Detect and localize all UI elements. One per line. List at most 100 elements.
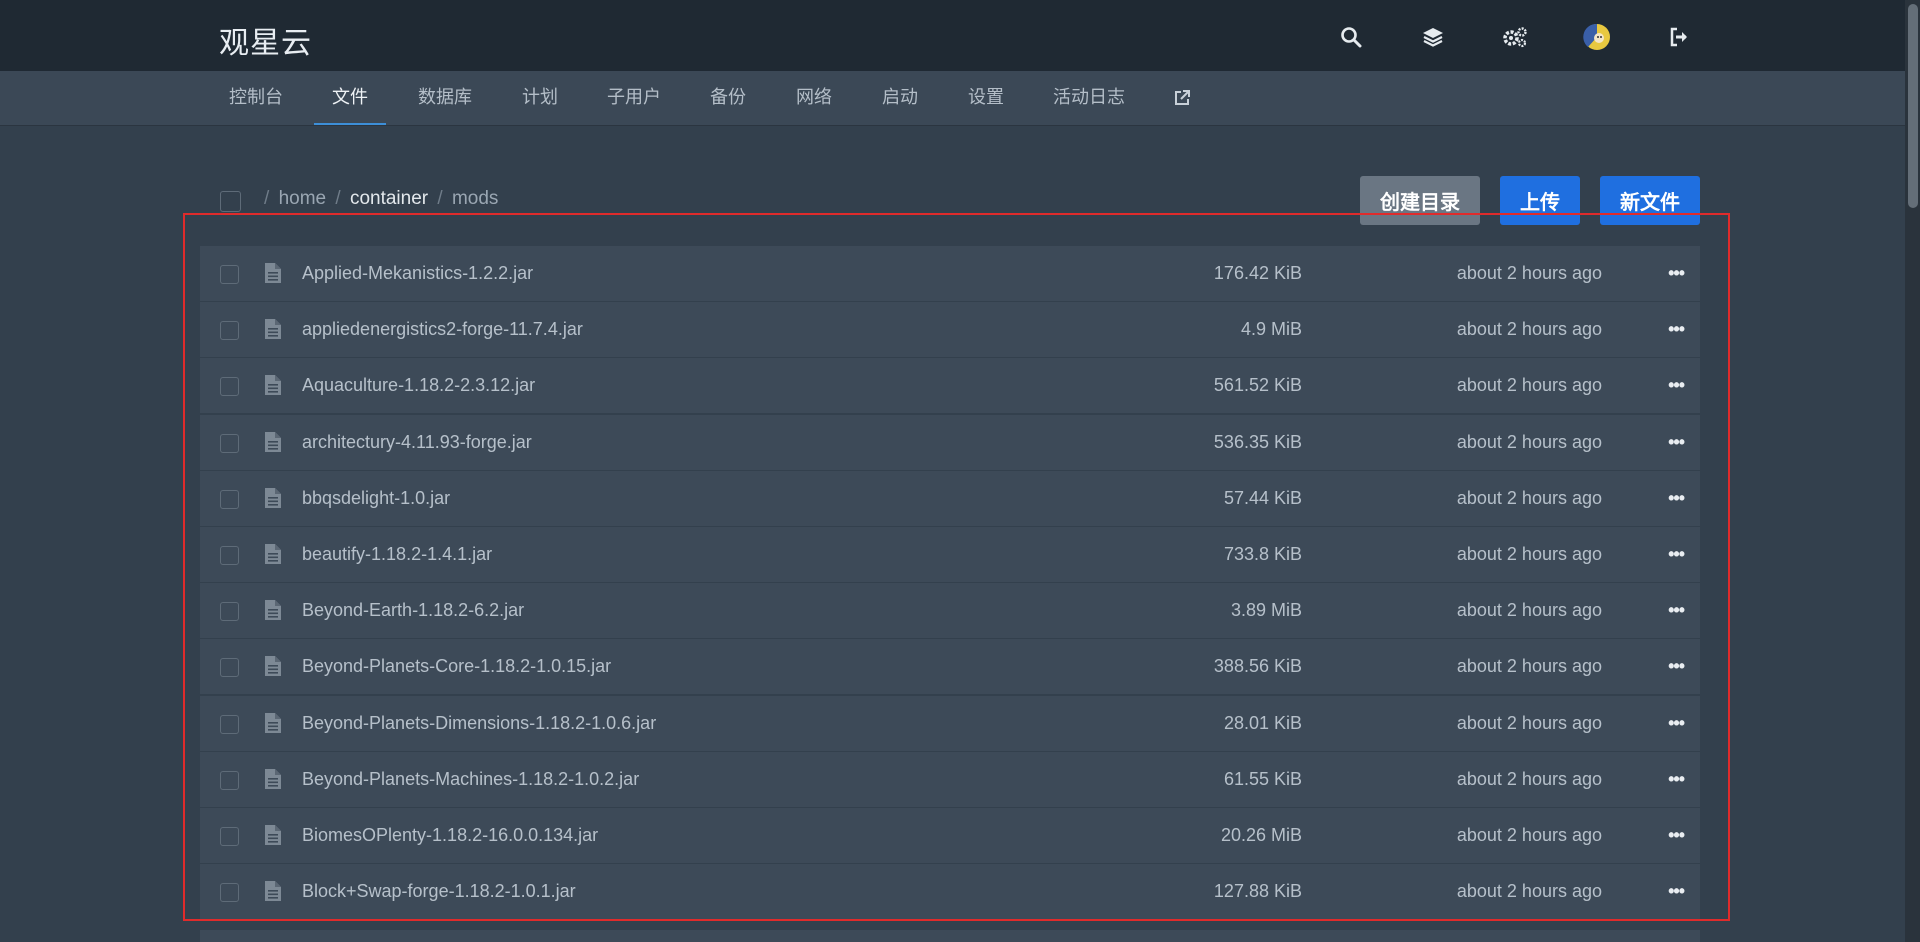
file-row[interactable]: architectury-4.11.93-forge.jar 536.35 KiB… — [200, 414, 1700, 470]
file-icon — [264, 543, 282, 570]
file-name[interactable]: Beyond-Planets-Machines-1.18.2-1.0.2.jar — [302, 752, 639, 807]
file-size: 4.9 MiB — [1240, 319, 1302, 340]
more-options-icon[interactable]: ••• — [1668, 864, 1685, 919]
file-checkbox[interactable] — [220, 489, 239, 509]
file-icon — [264, 768, 282, 795]
file-icon — [264, 712, 282, 739]
nav-database[interactable]: 数据库 — [418, 71, 472, 125]
file-modified: about 2 hours ago — [1456, 712, 1602, 733]
file-size: 61.55 KiB — [1223, 768, 1302, 789]
file-list: Applied-Mekanistics-1.2.2.jar 176.42 KiB a… — [200, 246, 1700, 920]
file-row[interactable]: bbqsdelight-1.0.jar 57.44 KiB about 2 hour… — [200, 470, 1700, 526]
logout-icon[interactable] — [1638, 22, 1720, 52]
file-name[interactable]: architectury-4.11.93-forge.jar — [302, 415, 532, 470]
file-size: 388.56 KiB — [1213, 656, 1302, 677]
file-row[interactable]: beautify-1.18.2-1.4.1.jar 733.8 KiB about … — [200, 526, 1700, 582]
file-row[interactable]: Beyond-Planets-Machines-1.18.2-1.0.2.jar… — [200, 751, 1700, 807]
external-link-icon[interactable] — [1173, 89, 1191, 109]
file-checkbox[interactable] — [220, 602, 239, 622]
nav-console[interactable]: 控制台 — [229, 71, 283, 125]
settings-cogs-icon[interactable] — [1474, 22, 1556, 52]
more-options-icon[interactable]: ••• — [1668, 358, 1685, 413]
nav-network[interactable]: 网络 — [796, 71, 832, 125]
file-checkbox[interactable] — [220, 714, 239, 734]
file-checkbox[interactable] — [220, 321, 239, 341]
avatar[interactable] — [1556, 22, 1638, 52]
breadcrumb-mods: mods — [451, 188, 499, 209]
breadcrumb-separator: / — [335, 188, 341, 209]
nav-schedule[interactable]: 计划 — [522, 71, 558, 125]
file-checkbox[interactable] — [220, 265, 239, 284]
brand-logo[interactable]: 观星云 — [219, 18, 312, 62]
search-icon[interactable] — [1310, 22, 1392, 52]
select-all-checkbox[interactable] — [220, 191, 241, 212]
nav-backup[interactable]: 备份 — [710, 71, 746, 125]
file-icon — [264, 599, 282, 626]
file-modified: about 2 hours ago — [1456, 881, 1602, 902]
file-name[interactable]: Beyond-Planets-Dimensions-1.18.2-1.0.6.j… — [302, 696, 656, 751]
file-row[interactable]: BiomesOPlenty-1.18.2-16.0.0.134.jar 20.26… — [200, 807, 1700, 863]
create-directory-button[interactable]: 创建目录 — [1360, 176, 1480, 225]
nav-subusers[interactable]: 子用户 — [607, 71, 661, 125]
breadcrumb-home[interactable]: home — [279, 188, 327, 209]
file-size: 733.8 KiB — [1223, 543, 1302, 564]
file-name[interactable]: appliedenergistics2-forge-11.7.4.jar — [302, 302, 583, 357]
more-options-icon[interactable]: ••• — [1668, 639, 1685, 694]
file-checkbox[interactable] — [220, 545, 239, 565]
file-checkbox[interactable] — [220, 377, 239, 397]
more-options-icon[interactable]: ••• — [1668, 415, 1685, 470]
nav-activity-log[interactable]: 活动日志 — [1053, 71, 1125, 125]
scrollbar-thumb[interactable] — [1908, 4, 1918, 208]
nav-files[interactable]: 文件 — [314, 71, 386, 125]
file-icon — [264, 880, 282, 907]
file-name[interactable]: Aquaculture-1.18.2-2.3.12.jar — [302, 358, 535, 413]
file-modified: about 2 hours ago — [1456, 768, 1602, 789]
file-modified: about 2 hours ago — [1456, 600, 1602, 621]
file-row[interactable]: Block+Swap-forge-1.18.2-1.0.1.jar 127.88 … — [200, 864, 1700, 920]
file-checkbox[interactable] — [220, 770, 239, 790]
more-options-icon[interactable]: ••• — [1668, 527, 1685, 582]
more-options-icon[interactable]: ••• — [1668, 302, 1685, 357]
file-name[interactable]: beautify-1.18.2-1.4.1.jar — [302, 527, 492, 582]
file-row[interactable]: Aquaculture-1.18.2-2.3.12.jar 561.52 KiB a… — [200, 358, 1700, 414]
file-modified: about 2 hours ago — [1456, 319, 1602, 340]
more-options-icon[interactable]: ••• — [1668, 808, 1685, 863]
file-icon — [264, 655, 282, 682]
file-name[interactable]: Block+Swap-forge-1.18.2-1.0.1.jar — [302, 864, 576, 919]
file-name[interactable]: Applied-Mekanistics-1.2.2.jar — [302, 246, 533, 301]
file-row[interactable]: Beyond-Earth-1.18.2-6.2.jar 3.89 MiB about… — [200, 583, 1700, 639]
more-options-icon[interactable]: ••• — [1668, 696, 1685, 751]
file-name[interactable]: BiomesOPlenty-1.18.2-16.0.0.134.jar — [302, 808, 598, 863]
file-modified: about 2 hours ago — [1456, 824, 1602, 845]
scrollbar[interactable] — [1905, 0, 1920, 942]
file-checkbox[interactable] — [220, 433, 239, 453]
more-options-icon[interactable]: ••• — [1668, 471, 1685, 526]
file-checkbox[interactable] — [220, 658, 239, 678]
file-name[interactable]: Beyond-Earth-1.18.2-6.2.jar — [302, 583, 524, 638]
file-modified: about 2 hours ago — [1456, 431, 1602, 452]
file-checkbox[interactable] — [220, 883, 239, 903]
file-row[interactable]: appliedenergistics2-forge-11.7.4.jar 4.9 … — [200, 302, 1700, 358]
more-options-icon[interactable]: ••• — [1668, 752, 1685, 807]
file-name[interactable]: Beyond-Planets-Core-1.18.2-1.0.15.jar — [302, 639, 611, 694]
nav-startup[interactable]: 启动 — [882, 71, 918, 125]
file-modified: about 2 hours ago — [1456, 263, 1602, 283]
list-item-partial — [200, 930, 1700, 942]
layers-icon[interactable] — [1392, 22, 1474, 52]
file-row[interactable]: Applied-Mekanistics-1.2.2.jar 176.42 KiB a… — [200, 246, 1700, 301]
more-options-icon[interactable]: ••• — [1668, 583, 1685, 638]
file-row[interactable]: Beyond-Planets-Core-1.18.2-1.0.15.jar 388… — [200, 639, 1700, 695]
upload-button[interactable]: 上传 — [1500, 176, 1580, 225]
file-icon — [264, 431, 282, 458]
file-size: 20.26 MiB — [1220, 824, 1302, 845]
file-row[interactable]: Beyond-Planets-Dimensions-1.18.2-1.0.6.j… — [200, 695, 1700, 751]
nav-settings[interactable]: 设置 — [968, 71, 1004, 125]
file-name[interactable]: bbqsdelight-1.0.jar — [302, 471, 450, 526]
more-options-icon[interactable]: ••• — [1668, 246, 1685, 301]
top-bar: 观星云 — [0, 0, 1905, 71]
file-size: 57.44 KiB — [1223, 487, 1302, 508]
new-file-button[interactable]: 新文件 — [1600, 176, 1700, 225]
breadcrumb-container[interactable]: container — [350, 188, 428, 209]
main-nav: 控制台 文件 数据库 计划 子用户 备份 网络 启动 设置 活动日志 — [0, 71, 1905, 126]
file-checkbox[interactable] — [220, 826, 239, 846]
